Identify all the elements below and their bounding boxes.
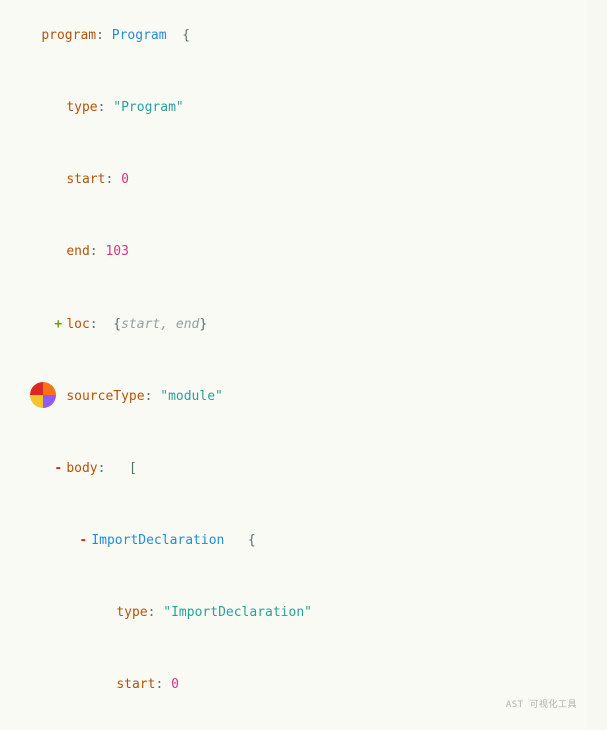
collapse-toggle[interactable]: -: [77, 529, 89, 553]
root-key: program: [41, 28, 96, 43]
tree-root-row[interactable]: program: Program {: [0, 0, 579, 72]
collapse-toggle[interactable]: -: [52, 457, 64, 481]
prop-end[interactable]: end: 40: [0, 721, 579, 730]
floating-action-icon[interactable]: [30, 382, 56, 408]
prop-type[interactable]: type: "ImportDeclaration": [0, 577, 579, 649]
prop-body[interactable]: -body: [: [0, 433, 579, 505]
prop-type[interactable]: type: "Program": [0, 72, 579, 144]
prop-loc[interactable]: +loc: {start, end}: [0, 289, 579, 361]
scroll-thumb[interactable]: [590, 8, 604, 698]
prop-end[interactable]: end: 103: [0, 216, 579, 288]
prop-start[interactable]: start: 0: [0, 649, 579, 721]
vertical-scrollbar[interactable]: [587, 0, 607, 730]
expand-toggle[interactable]: +: [52, 313, 64, 337]
root-type: Program: [112, 28, 167, 43]
prop-sourcetype[interactable]: sourceType: "module": [0, 361, 579, 433]
body-item-0[interactable]: -ImportDeclaration {: [0, 505, 579, 577]
ast-tree-viewer: program: Program { type: "Program" start…: [0, 0, 607, 730]
prop-start[interactable]: start: 0: [0, 144, 579, 216]
watermark: AST 可视化工具: [506, 697, 577, 714]
